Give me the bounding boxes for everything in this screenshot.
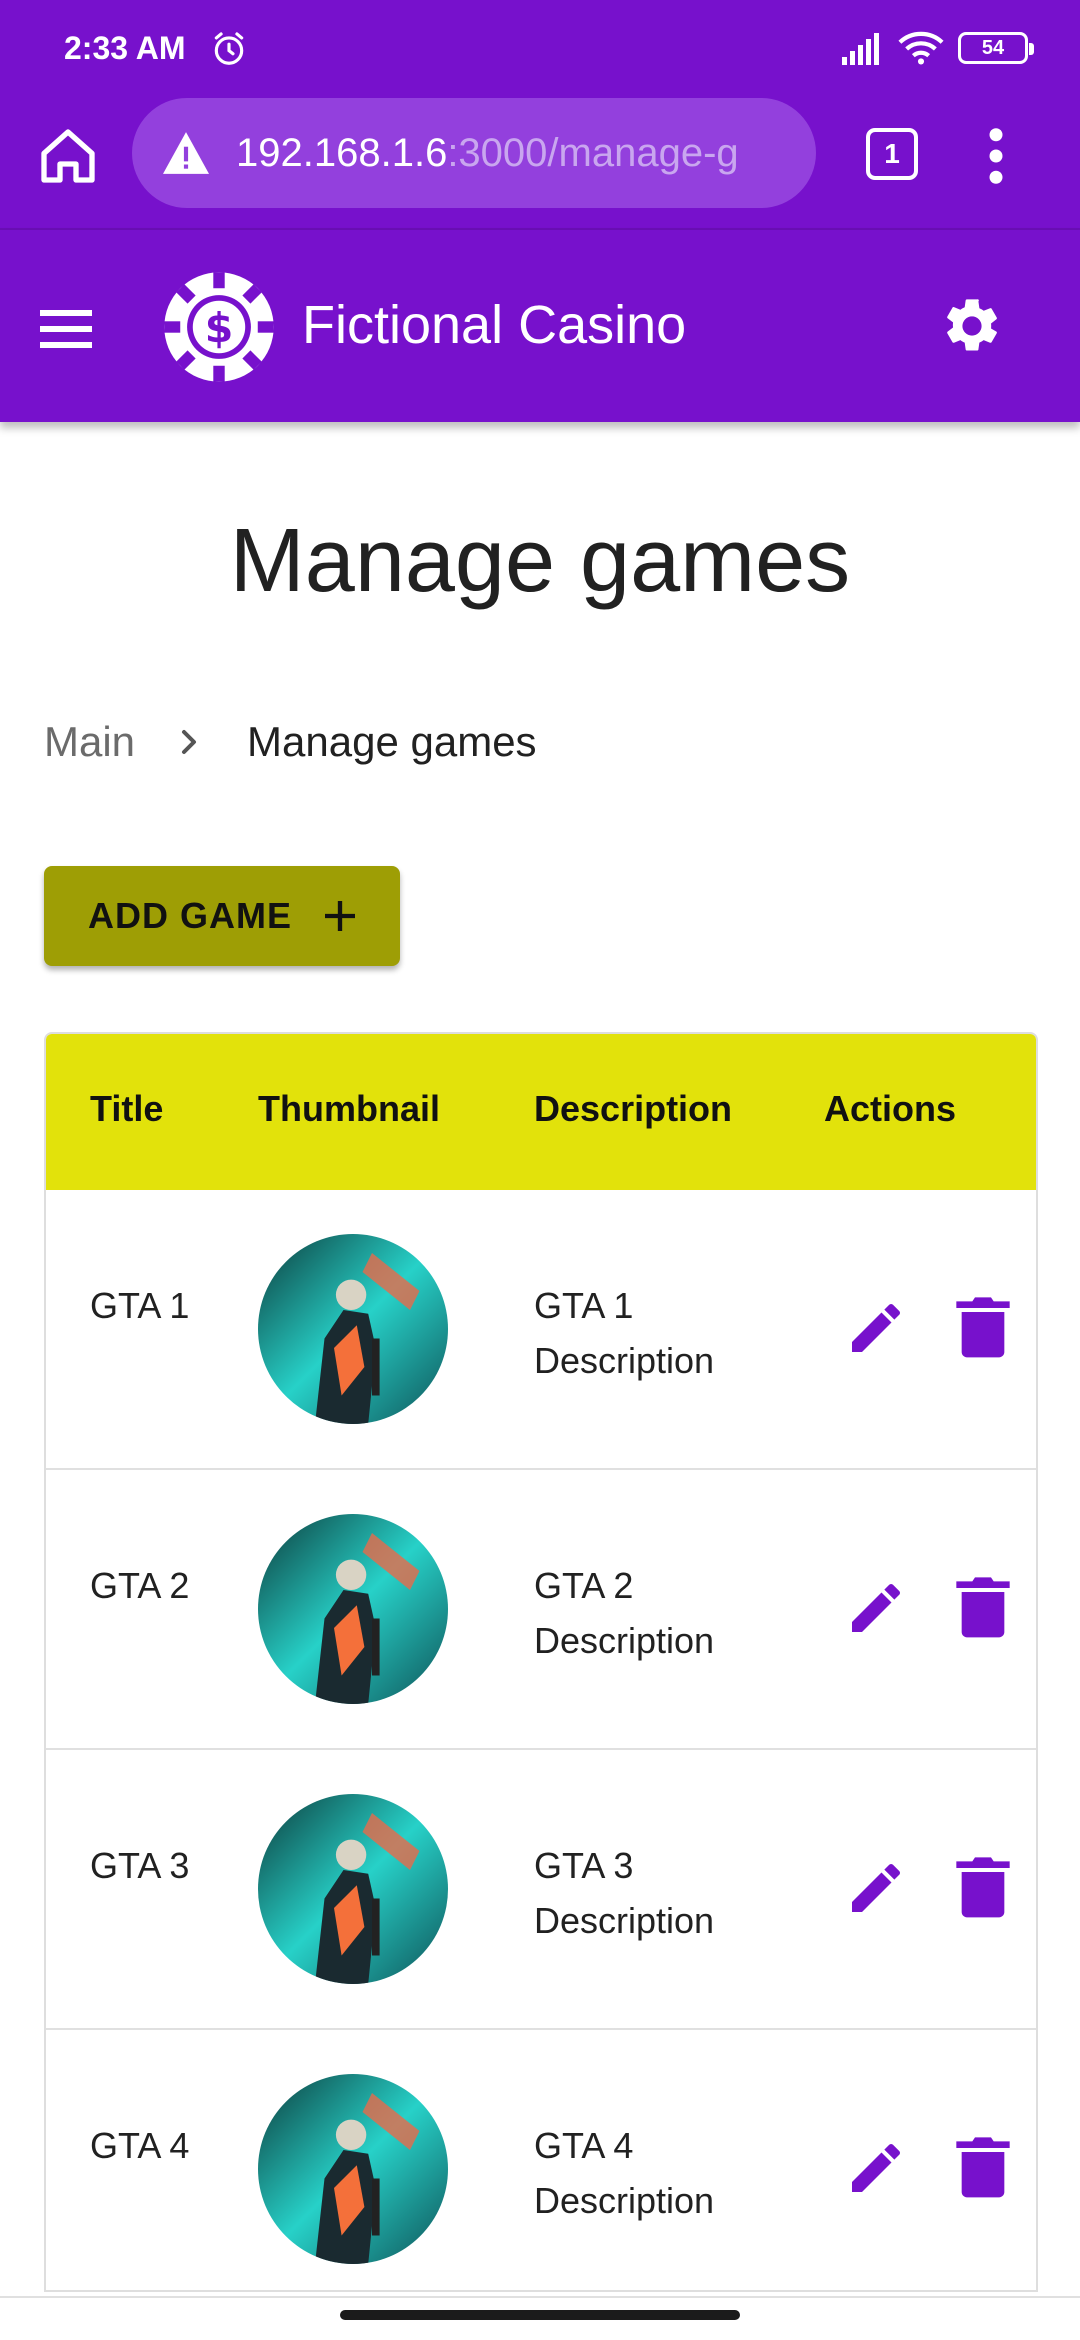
svg-text:$: $	[205, 304, 234, 352]
status-bar: 2:33 AM 54	[0, 0, 1080, 96]
edit-pencil-icon[interactable]	[844, 1576, 908, 1640]
game-thumbnail-image	[258, 2074, 448, 2264]
breadcrumb: Main Manage games	[44, 718, 537, 766]
app-title[interactable]: Fictional Casino	[302, 294, 686, 356]
wifi-icon	[898, 31, 944, 65]
warning-icon[interactable]	[160, 130, 212, 176]
game-description: GTA 4 Description	[534, 2125, 715, 2221]
breadcrumb-current: Manage games	[247, 718, 537, 765]
status-time: 2:33 AM	[64, 30, 186, 66]
table-row: GTA 3 GTA 3 Description	[46, 1750, 1036, 2030]
address-bar[interactable]: 192.168.1.6:3000/manage-g	[132, 98, 816, 208]
game-description: GTA 3 Description	[534, 1845, 715, 1941]
game-title: GTA 3	[90, 1845, 190, 1886]
casino-chip-logo-icon: $	[164, 272, 274, 382]
table-row: GTA 4 GTA 4 Description	[46, 2030, 1036, 2290]
browser-toolbar: 192.168.1.6:3000/manage-g 1	[0, 96, 1080, 230]
column-header-description: Description	[534, 1088, 733, 1129]
add-game-button-label: ADD GAME	[88, 895, 292, 936]
game-thumbnail-image	[258, 1514, 448, 1704]
column-header-actions: Actions	[824, 1088, 957, 1129]
delete-trash-icon[interactable]	[956, 1576, 1010, 1640]
add-game-button[interactable]: ADD GAME	[44, 866, 400, 966]
game-description: GTA 1 Description	[534, 1285, 715, 1381]
table-row: GTA 1 GTA 1 Description	[46, 1190, 1036, 1470]
url-path: :3000/manage-g	[447, 130, 739, 175]
game-title: GTA 1	[90, 1285, 190, 1326]
more-options-icon[interactable]	[984, 126, 1008, 186]
status-indicators: 54	[840, 30, 1034, 66]
url-text[interactable]: 192.168.1.6:3000/manage-g	[236, 131, 739, 176]
edit-pencil-icon[interactable]	[844, 1856, 908, 1920]
delete-trash-icon[interactable]	[956, 1296, 1010, 1360]
gesture-home-indicator[interactable]	[340, 2310, 740, 2320]
delete-trash-icon[interactable]	[956, 2136, 1010, 2200]
bottom-divider	[0, 2296, 1080, 2298]
game-thumbnail-image	[258, 1794, 448, 1984]
column-header-thumbnail: Thumbnail	[258, 1088, 440, 1129]
table-header: Title Thumbnail Description Actions	[46, 1034, 1036, 1190]
table-row: GTA 2 GTA 2 Description	[46, 1470, 1036, 1750]
url-host: 192.168.1.6	[236, 130, 448, 175]
game-thumbnail-image	[258, 1234, 448, 1424]
tabs-button[interactable]: 1	[866, 128, 918, 180]
game-thumbnail	[258, 1514, 448, 1704]
plus-icon	[325, 901, 355, 931]
game-title: GTA 4	[90, 2125, 190, 2166]
settings-gear-icon[interactable]	[940, 294, 1004, 358]
menu-icon[interactable]	[40, 310, 92, 348]
edit-pencil-icon[interactable]	[844, 2136, 908, 2200]
battery-indicator: 54	[958, 32, 1034, 64]
game-thumbnail	[258, 1794, 448, 1984]
edit-pencil-icon[interactable]	[844, 1296, 908, 1360]
games-table: Title Thumbnail Description Actions GTA …	[44, 1032, 1038, 2292]
game-title: GTA 2	[90, 1565, 190, 1606]
game-thumbnail	[258, 1234, 448, 1424]
game-thumbnail	[258, 2074, 448, 2264]
game-description: GTA 2 Description	[534, 1565, 715, 1661]
battery-level: 54	[981, 36, 1005, 59]
tab-count: 1	[884, 138, 900, 169]
chevron-right-icon	[182, 730, 197, 754]
alarm-icon	[214, 32, 244, 65]
app-bar: $ Fictional Casino	[0, 230, 1080, 422]
breadcrumb-main-link[interactable]: Main	[44, 718, 135, 766]
home-icon[interactable]	[36, 124, 100, 188]
page-title: Manage games	[229, 511, 851, 611]
signal-icon	[842, 33, 879, 65]
delete-trash-icon[interactable]	[956, 1856, 1010, 1920]
column-header-title: Title	[90, 1088, 164, 1129]
